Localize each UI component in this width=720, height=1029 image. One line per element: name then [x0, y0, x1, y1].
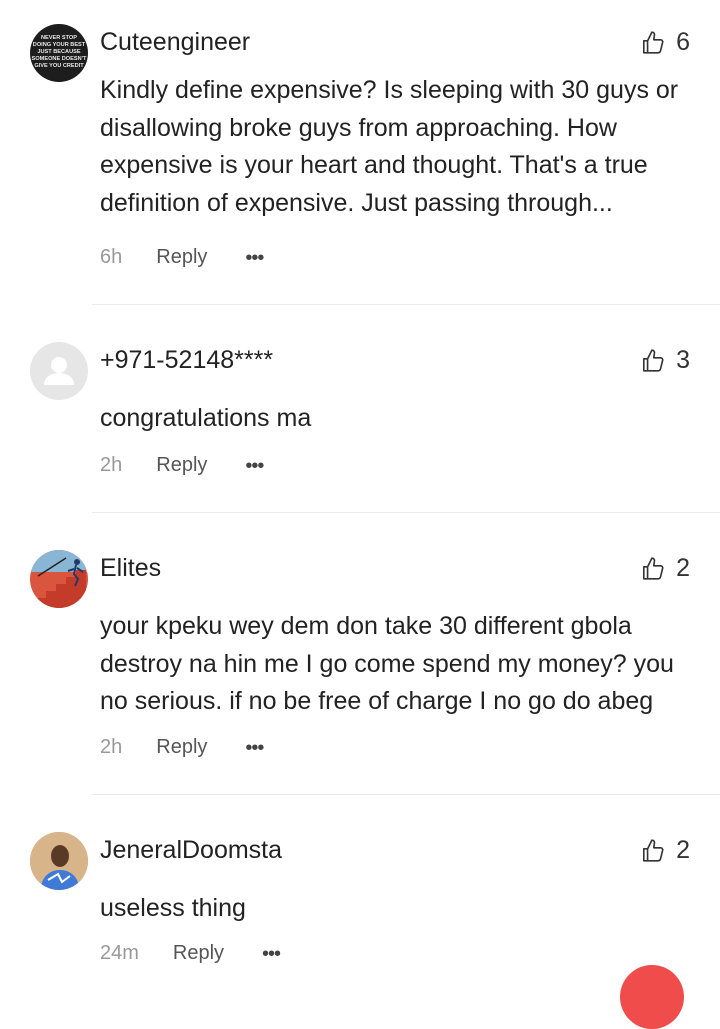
timestamp: 2h [100, 736, 123, 758]
svg-text:SOMEONE DOESN'T: SOMEONE DOESN'T [32, 56, 87, 62]
reply-button[interactable]: Reply [156, 246, 207, 269]
avatar[interactable] [30, 550, 88, 608]
username[interactable]: JeneralDoomsta [100, 836, 282, 865]
default-user-icon [44, 357, 74, 385]
comment-meta: 6h Reply ••• [100, 246, 264, 269]
thumbs-up-icon [643, 30, 664, 54]
comment-text: congratulations ma [100, 404, 312, 432]
more-options-icon[interactable]: ••• [262, 944, 281, 964]
thumbs-up-icon [643, 556, 664, 580]
comment-text: Kindly define expensive? Is sleeping wit… [100, 76, 679, 217]
timestamp: 24m [100, 942, 139, 964]
like-button[interactable]: 2 [640, 836, 690, 865]
like-button[interactable]: 3 [640, 346, 690, 375]
motivational-quote-avatar-image: NEVER STOP DOING YOUR BEST JUST BECAUSE … [32, 35, 87, 69]
more-options-icon[interactable]: ••• [245, 248, 264, 268]
username[interactable]: Cuteengineer [100, 28, 250, 57]
username[interactable]: +971-52148**** [100, 346, 273, 375]
comment-text: useless thing [100, 894, 246, 922]
like-count: 6 [676, 28, 690, 56]
profile-photo-avatar-image [30, 832, 88, 890]
reply-button[interactable]: Reply [156, 736, 207, 759]
like-count: 2 [676, 554, 690, 582]
more-options-icon[interactable]: ••• [245, 456, 264, 476]
avatar[interactable] [30, 832, 88, 890]
svg-text:GIVE YOU CREDIT: GIVE YOU CREDIT [34, 63, 84, 69]
like-count: 2 [676, 836, 690, 864]
comment-meta: 24m Reply ••• [100, 942, 281, 965]
like-count: 3 [676, 346, 690, 374]
divider [92, 794, 720, 795]
avatar[interactable] [30, 342, 88, 400]
comment-meta: 2h Reply ••• [100, 454, 264, 477]
comment-meta: 2h Reply ••• [100, 736, 264, 759]
timestamp: 2h [100, 454, 123, 476]
like-button[interactable]: 6 [640, 28, 690, 57]
svg-text:NEVER STOP: NEVER STOP [41, 35, 77, 41]
floating-action-button[interactable] [620, 965, 684, 1029]
thumbs-up-icon [643, 348, 664, 372]
divider [92, 304, 720, 305]
divider [92, 512, 720, 513]
svg-text:DOING YOUR BEST: DOING YOUR BEST [33, 42, 86, 48]
username[interactable]: Elites [100, 554, 161, 583]
avatar[interactable]: NEVER STOP DOING YOUR BEST JUST BECAUSE … [30, 24, 88, 82]
svg-text:JUST BECAUSE: JUST BECAUSE [37, 49, 80, 55]
thumbs-up-icon [643, 838, 664, 862]
timestamp: 6h [100, 246, 123, 268]
more-options-icon[interactable]: ••• [245, 738, 264, 758]
reply-button[interactable]: Reply [173, 942, 224, 965]
staircase-avatar-image [30, 550, 88, 608]
like-button[interactable]: 2 [640, 554, 690, 583]
comment-text: your kpeku wey dem don take 30 different… [100, 612, 674, 715]
reply-button[interactable]: Reply [156, 454, 207, 477]
